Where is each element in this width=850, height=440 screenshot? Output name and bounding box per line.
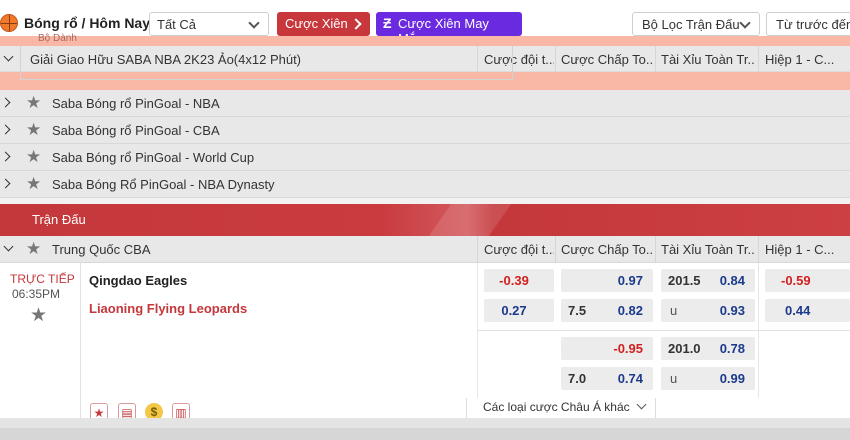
section-title: Trận Đấu [32,212,86,227]
horizontal-scrollbar[interactable] [0,428,850,440]
league-name: Saba Bóng Rổ PinGoal - NBA Dynasty [52,177,275,192]
col-header-handicap: Cược Chấp To... [561,242,653,257]
odds-cell-handicap-away-alt[interactable]: 7.0 0.74 [561,367,653,390]
live-status: TRỰC TIẾP [10,272,75,286]
home-team: Qingdao Eagles [89,273,188,288]
league-row[interactable]: ★ Saba Bóng rổ PinGoal - NBA [0,90,850,117]
league-name: Saba Bóng rổ PinGoal - CBA [52,123,220,138]
chevron-right-icon[interactable] [0,124,11,135]
chevron-right-icon [350,18,362,30]
odds-cell-handicap-home[interactable]: 0.97 [561,269,653,292]
lucky-parlay-button[interactable]: Ƶ Cược Xiên May Mắn [376,12,522,46]
match-league-name: Trung Quốc CBA [52,242,151,257]
odds-value: 0.93 [719,303,745,318]
odds-cell-moneyline-home[interactable]: -0.39 [484,269,554,292]
under-label: u [670,303,678,318]
match-time: 06:35PM [12,287,61,301]
column-divider [555,46,556,72]
sportsbook-page: Bóng rổ / Hôm Nay Tất Cả Cược Xiên Ƶ Cượ… [0,0,850,440]
away-team: Liaoning Flying Leopards [89,301,248,316]
odds-value: 0.78 [719,341,745,356]
column-divider [477,236,478,263]
star-icon[interactable]: ★ [26,175,41,192]
odds-cell-handicap-home-alt[interactable]: -0.95 [561,337,653,360]
chevron-right-icon[interactable] [0,178,11,189]
odds-cell-first-half-away[interactable]: 0.44 [765,299,850,322]
column-divider [655,236,656,263]
chevron-down-icon [739,17,751,29]
league-name: Saba Bóng rổ PinGoal - World Cup [52,150,255,165]
odds-value: 0.74 [617,371,643,386]
dropdown-hint: Bộ Dành [38,33,77,44]
chevron-right-icon[interactable] [0,151,11,162]
col-header-first-half: Hiệp 1 - C... [765,52,835,67]
col-header-handicap: Cược Chấp To... [561,52,653,67]
dropdown-outline [20,46,513,80]
chevron-down-icon [248,17,260,29]
other-bets-label: Các loại cược Châu Á khác [483,400,630,414]
odds-cell-handicap-away[interactable]: 7.5 0.82 [561,299,653,322]
star-icon[interactable]: ★ [26,94,41,111]
odds-cell-over-alt[interactable]: 201.0 0.78 [661,337,755,360]
col-header-over-under: Tài Xỉu Toàn Tr... [661,52,755,67]
odds-value: 0.97 [617,273,643,288]
parlay-button[interactable]: Cược Xiên [277,12,370,36]
sort-select[interactable]: Từ trước đến [766,12,850,36]
sport-select-value: Tất Cả [157,17,197,32]
matches-section-header: Trận Đấu [0,204,850,236]
total-line: 201.5 [668,273,701,288]
star-icon[interactable]: ★ [30,306,47,325]
odds-cell-first-half-home[interactable]: -0.59 [765,269,850,292]
column-divider [758,46,759,72]
dropdown-remnant: Bộ Dành [0,33,850,46]
odds-value: 0.44 [785,303,811,318]
league-row[interactable]: ★ Saba Bóng Rổ PinGoal - NBA Dynasty [0,171,850,198]
odds-cell-over[interactable]: 201.5 0.84 [661,269,755,292]
handicap-line: 7.0 [568,371,587,386]
col-header-moneyline: Cược đội t... [484,242,554,257]
parlay-button-label: Cược Xiên [285,16,348,31]
match-filter-select[interactable]: Bộ Lọc Trận Đấu [632,12,760,36]
other-bets-toggle[interactable]: Các loại cược Châu Á khác [483,399,647,414]
lightning-icon: Ƶ [383,15,392,31]
odds-value: 0.82 [617,303,643,318]
odds-value: -0.59 [781,273,811,288]
league-row[interactable]: ★ Saba Bóng rổ PinGoal - World Cup [0,144,850,171]
column-divider [555,236,556,263]
odds-cell-under[interactable]: u 0.93 [661,299,755,322]
star-icon[interactable]: ★ [26,121,41,138]
match-league-row[interactable]: ★ Trung Quốc CBA Cược đội t... Cược Chấp… [0,236,850,263]
odds-cell-under-alt[interactable]: u 0.99 [661,367,755,390]
under-label: u [670,371,678,386]
column-divider [758,236,759,263]
line-divider [477,330,850,331]
sort-select-label: Từ trước đến [776,17,850,32]
odds-value: 0.84 [719,273,745,288]
total-line: 201.0 [668,341,701,356]
odds-value: -0.95 [613,341,643,356]
odds-value: 0.99 [719,371,745,386]
chevron-down-icon[interactable] [3,51,14,62]
chevron-right-icon[interactable] [0,97,11,108]
handicap-line: 7.5 [568,303,587,318]
odds-value: 0.27 [501,303,527,318]
league-row[interactable]: ★ Saba Bóng rổ PinGoal - CBA [0,117,850,144]
star-icon[interactable]: ★ [26,240,41,257]
league-name: Saba Bóng rổ PinGoal - NBA [52,96,220,111]
basketball-icon [0,14,18,32]
col-header-over-under: Tài Xỉu Toàn Tr... [661,242,755,257]
star-icon[interactable]: ★ [26,148,41,165]
odds-cell-moneyline-away[interactable]: 0.27 [484,299,554,322]
match-filter-label: Bộ Lọc Trận Đấu [642,17,740,32]
sport-select[interactable]: Tất Cả [149,12,269,36]
breadcrumb[interactable]: Bóng rổ / Hôm Nay [24,15,150,31]
chevron-down-icon[interactable] [3,241,14,252]
column-divider [655,46,656,72]
odds-value: -0.39 [499,273,529,288]
col-header-first-half: Hiệp 1 - C... [765,242,835,257]
